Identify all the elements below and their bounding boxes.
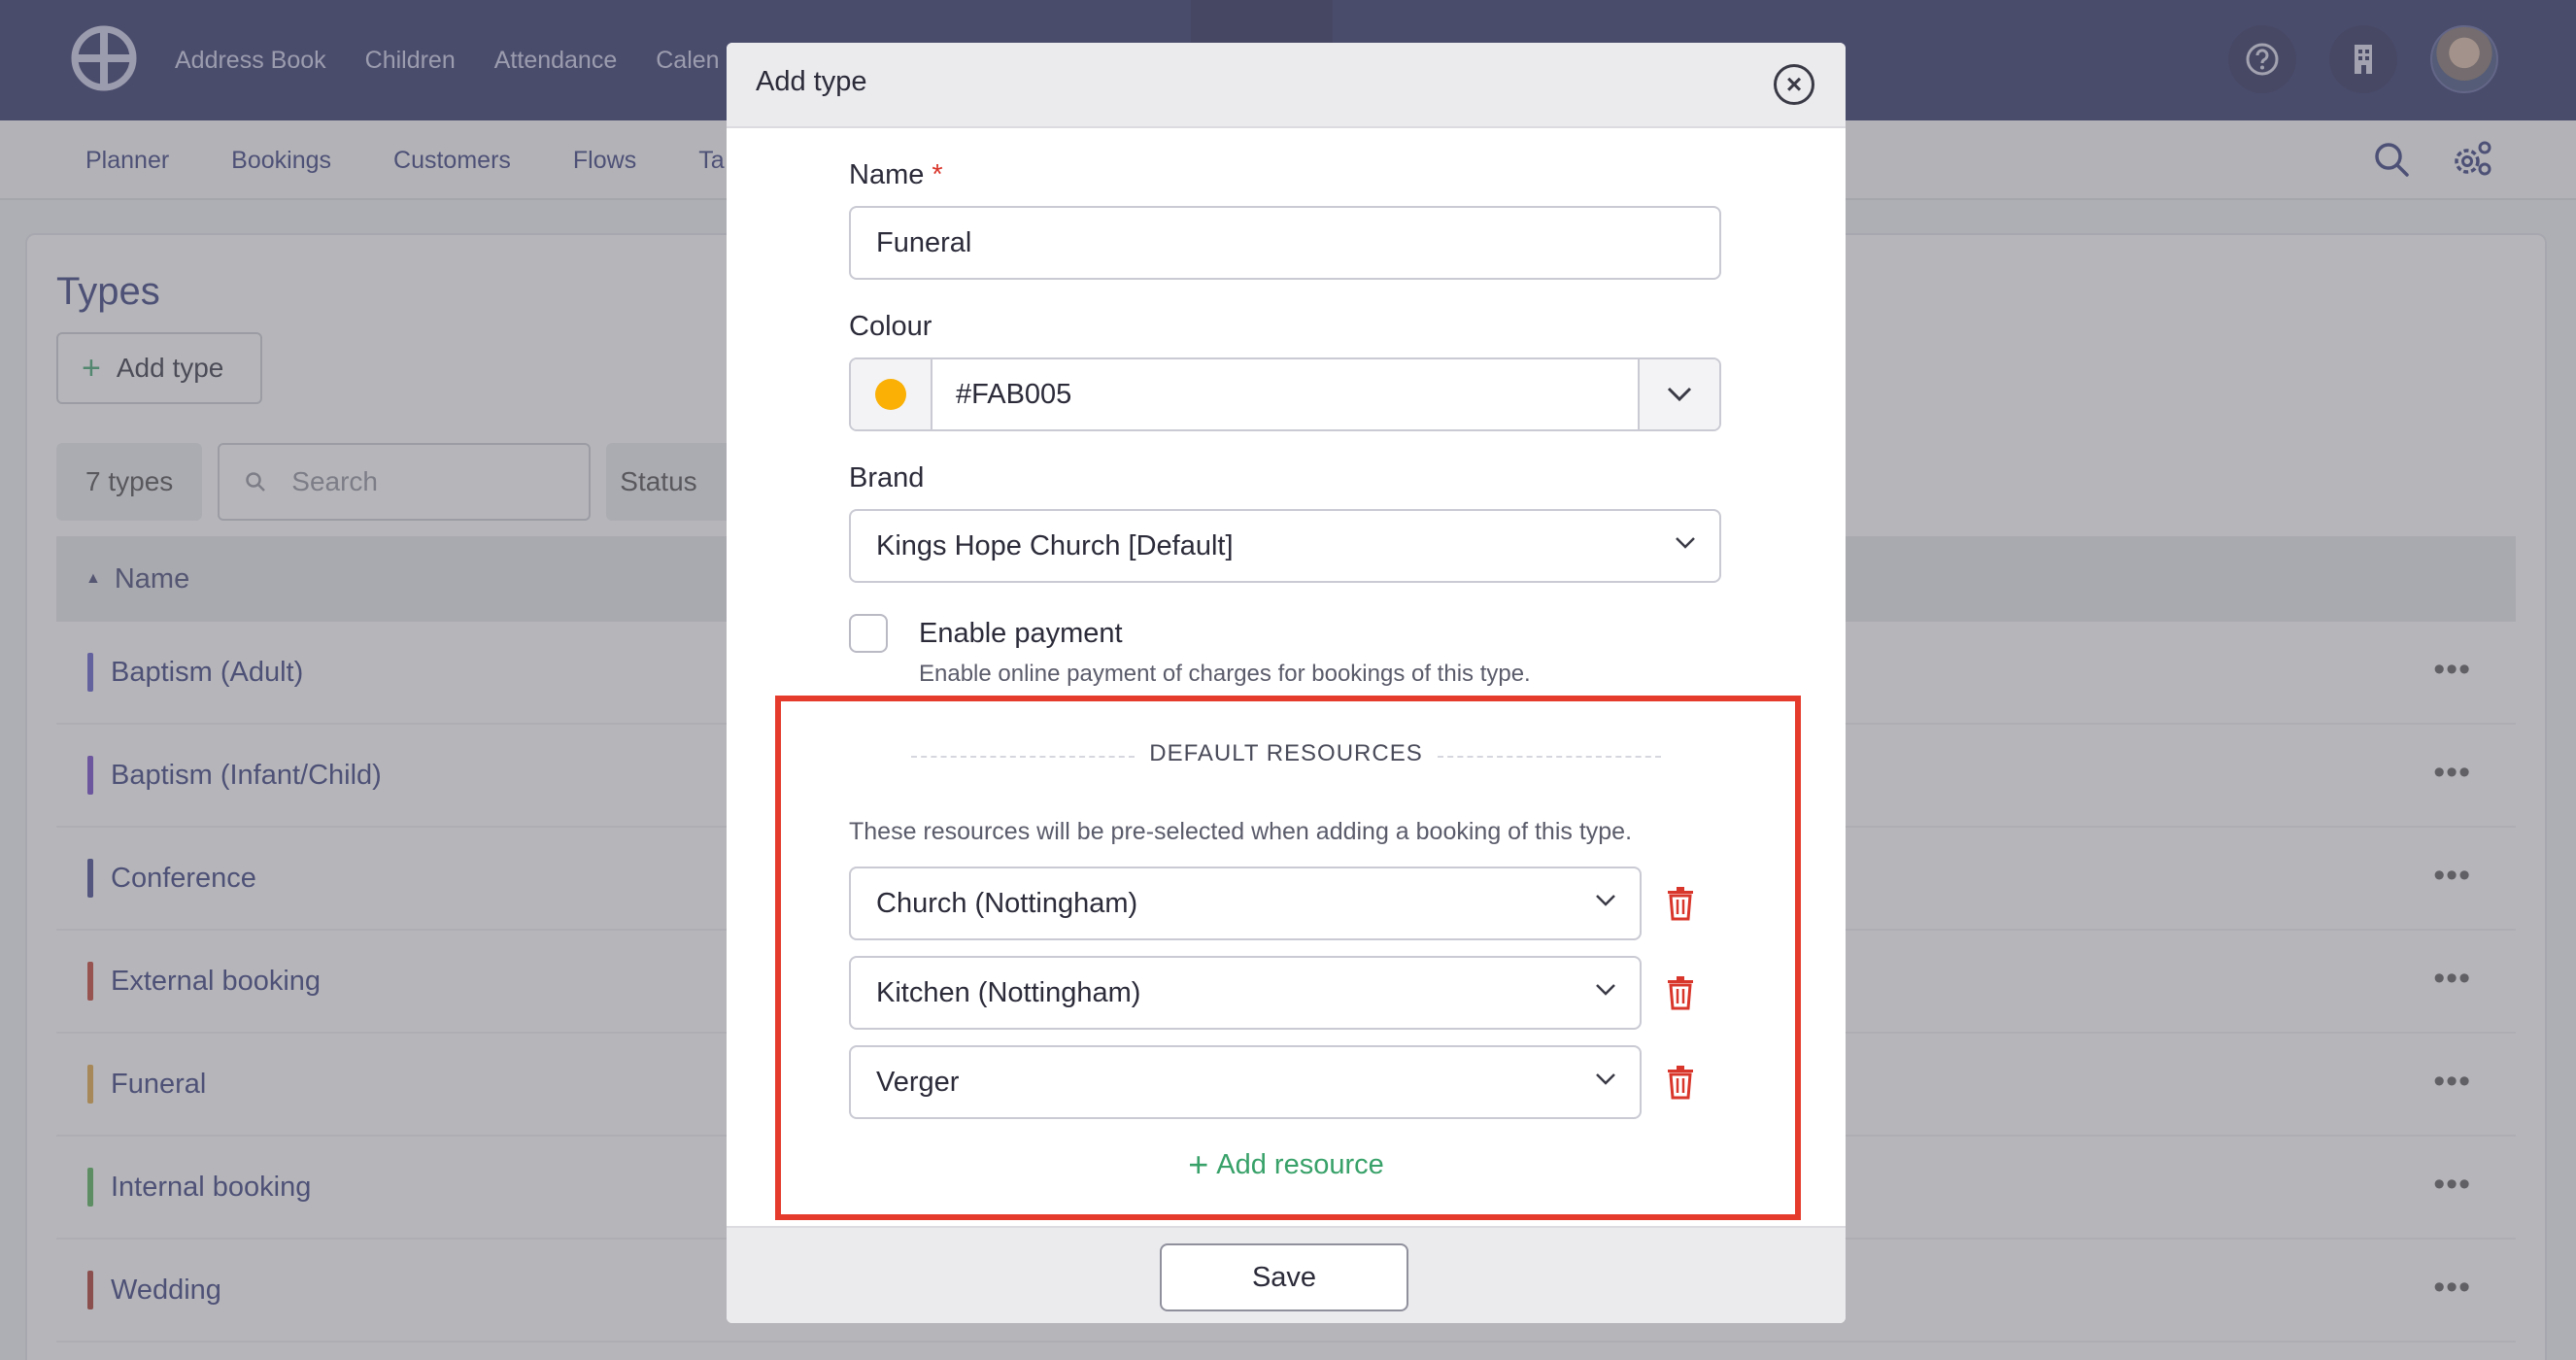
colour-picker: #FAB005: [849, 357, 1721, 431]
colour-swatch: [875, 379, 906, 410]
modal-header: Add type ×: [727, 43, 1846, 128]
name-input[interactable]: Funeral: [849, 206, 1721, 280]
save-button[interactable]: Save: [1160, 1243, 1408, 1311]
brand-select-value: Kings Hope Church [Default]: [876, 529, 1234, 561]
colour-dropdown-button[interactable]: [1638, 359, 1719, 429]
modal-footer: Save: [727, 1226, 1846, 1323]
name-label: Name *: [849, 159, 943, 191]
chevron-down-icon: [1676, 537, 1695, 549]
chevron-down-icon: [1667, 387, 1692, 402]
colour-swatch-button[interactable]: [851, 359, 932, 429]
enable-payment-label[interactable]: Enable payment: [919, 618, 1123, 650]
close-icon[interactable]: ×: [1774, 64, 1814, 105]
colour-input-value: #FAB005: [956, 378, 1072, 410]
enable-payment-checkbox[interactable]: [849, 614, 888, 653]
colour-label: Colour: [849, 311, 932, 342]
highlight-box: [775, 696, 1801, 1220]
name-label-text: Name: [849, 159, 925, 190]
modal-title: Add type: [756, 66, 867, 97]
enable-payment-help: Enable online payment of charges for boo…: [919, 661, 1531, 687]
required-marker: *: [932, 159, 943, 190]
name-input-value: Funeral: [876, 226, 972, 258]
brand-label: Brand: [849, 462, 925, 493]
colour-input[interactable]: #FAB005: [932, 359, 1638, 429]
brand-select[interactable]: Kings Hope Church [Default]: [849, 509, 1721, 583]
